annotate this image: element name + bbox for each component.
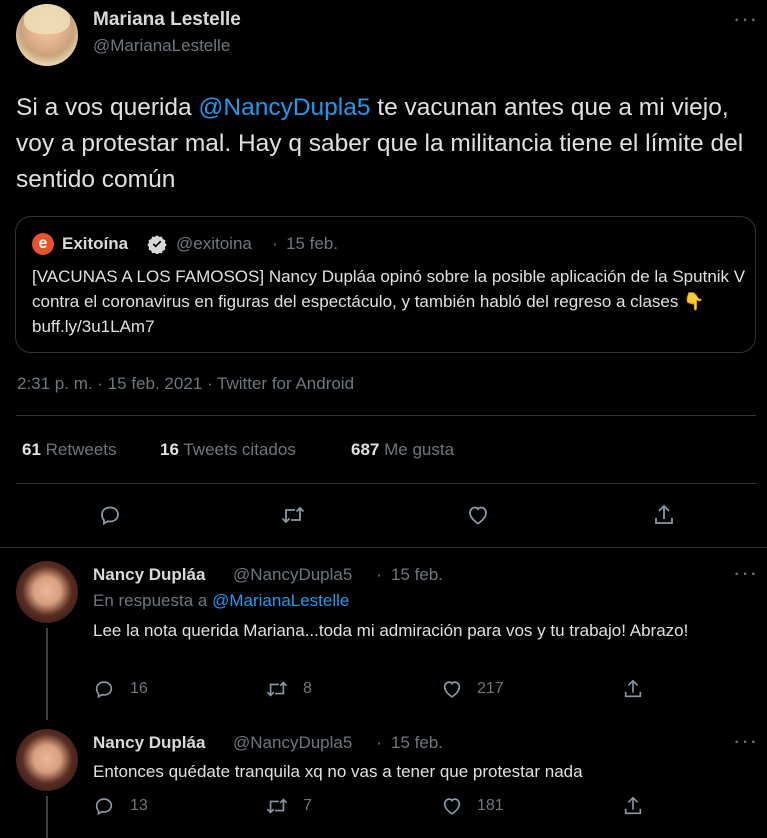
retweets-count: 61 xyxy=(22,440,41,459)
reply2-share-icon[interactable] xyxy=(622,795,644,817)
reply2-author-avatar[interactable] xyxy=(16,729,78,791)
quote-separator: · xyxy=(272,234,278,253)
main-tweet-text: Si a vos querida @NancyDupla5 te vacunan… xyxy=(16,90,761,198)
retweets-label: Retweets xyxy=(45,440,117,459)
reply1-thread-line xyxy=(46,628,48,720)
reply1-replies-count: 16 xyxy=(130,680,148,697)
quote-text: [VACUNAS A LOS FAMOSOS] Nancy Dupláa opi… xyxy=(32,264,747,339)
mention-link[interactable]: @NancyDupla5 xyxy=(199,94,371,121)
reply1-reply-icon[interactable] xyxy=(93,678,115,700)
quote-link[interactable]: buff.ly/3u1LAm7 xyxy=(32,317,155,336)
quote-tweets-count: 16 xyxy=(160,440,179,459)
divider-after-timestamp xyxy=(16,415,756,416)
reply2-likes-count: 181 xyxy=(477,797,504,814)
quoted-tweet-card[interactable]: e Exitoína @exitoina · 15 feb. [VACUNAS … xyxy=(15,216,756,353)
quote-date: 15 feb. xyxy=(286,234,338,253)
divider-after-stats xyxy=(16,483,756,484)
likes-count: 687 xyxy=(351,440,380,459)
reply2-author-name[interactable]: Nancy Dupláa xyxy=(93,733,205,753)
reply-to-label: En respuesta a xyxy=(93,591,208,610)
reply1-likes-count: 217 xyxy=(477,680,504,697)
reply2-separator: · xyxy=(376,733,382,752)
like-icon[interactable] xyxy=(466,503,490,527)
reply2-reply-icon[interactable] xyxy=(93,795,115,817)
reply1-text: Lee la nota querida Mariana...toda mi ad… xyxy=(93,621,689,640)
quote-tweets-label: Tweets citados xyxy=(183,440,296,459)
reply1-author-avatar[interactable] xyxy=(16,561,78,623)
quote-text-body: [VACUNAS A LOS FAMOSOS] Nancy Dupláa opi… xyxy=(32,267,746,311)
reply2-replies-count: 13 xyxy=(130,797,148,814)
quote-author-handle: @exitoina xyxy=(176,234,252,253)
retweet-icon[interactable] xyxy=(280,503,306,527)
reply2-author-handle[interactable]: @NancyDupla5 xyxy=(233,733,352,753)
reply2-thread-line xyxy=(46,796,48,838)
likes-stat[interactable]: 687 Me gusta xyxy=(351,440,454,460)
exitoina-logo-icon: e xyxy=(32,233,54,255)
divider-after-actions xyxy=(0,547,767,548)
reply-to-handle[interactable]: @MarianaLestelle xyxy=(212,591,349,610)
main-author-handle[interactable]: @MarianaLestelle xyxy=(93,36,230,56)
tweet-timestamp[interactable]: 2:31 p. m. · 15 feb. 2021 · Twitter for … xyxy=(17,374,354,394)
main-author-name[interactable]: Mariana Lestelle xyxy=(93,9,241,31)
reply2-retweet-icon[interactable] xyxy=(265,795,289,817)
reply1-separator: · xyxy=(376,565,382,584)
quote-tweets-stat[interactable]: 16 Tweets citados xyxy=(160,440,296,460)
reply2-date[interactable]: 15 feb. xyxy=(391,733,443,753)
reply1-more-icon[interactable]: ··· xyxy=(733,562,758,584)
point-down-emoji: 👇 xyxy=(683,292,705,311)
reply-icon[interactable] xyxy=(98,503,122,527)
retweets-stat[interactable]: 61 Retweets xyxy=(22,440,117,460)
likes-label: Me gusta xyxy=(384,440,455,459)
verified-icon xyxy=(147,234,167,254)
reply1-date[interactable]: 15 feb. xyxy=(391,565,443,585)
reply1-share-icon[interactable] xyxy=(622,678,644,700)
more-icon[interactable]: ··· xyxy=(733,8,758,30)
reply1-retweet-icon[interactable] xyxy=(265,678,289,700)
reply2-retweets-count: 7 xyxy=(303,797,312,814)
reply1-author-name[interactable]: Nancy Dupláa xyxy=(93,565,205,585)
main-author-avatar[interactable] xyxy=(16,4,78,66)
reply1-retweets-count: 8 xyxy=(303,680,312,697)
share-icon[interactable] xyxy=(652,503,676,527)
reply1-author-handle[interactable]: @NancyDupla5 xyxy=(233,565,352,585)
quote-author-name: Exitoína xyxy=(62,234,129,253)
reply2-text: Entonces quédate tranquila xq no vas a t… xyxy=(93,762,583,781)
reply2-like-icon[interactable] xyxy=(441,795,463,817)
main-tweet-text-start: Si a vos querida xyxy=(16,94,199,121)
reply1-like-icon[interactable] xyxy=(441,678,463,700)
reply1-reply-to: En respuesta a @MarianaLestelle xyxy=(93,591,349,611)
reply2-more-icon[interactable]: ··· xyxy=(733,730,758,752)
